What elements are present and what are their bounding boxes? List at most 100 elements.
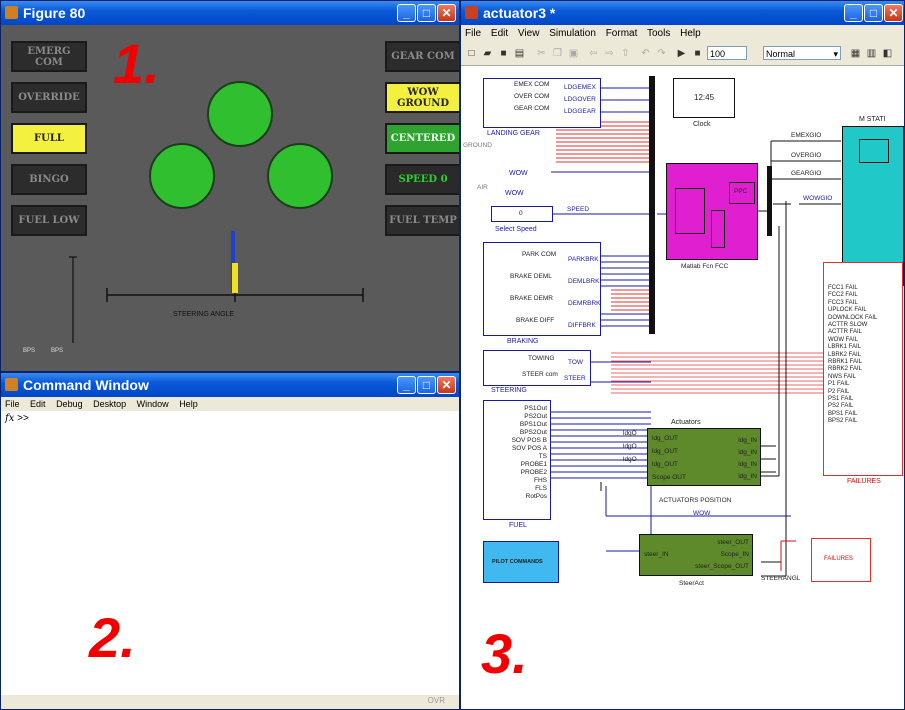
- steering-block[interactable]: TOWING STEER com TOW STEER: [483, 350, 591, 386]
- new-icon[interactable]: □: [465, 47, 478, 60]
- port-parkbrk: PARKBRK: [568, 256, 599, 263]
- pilot-commands-block[interactable]: PILOT COMMANDS: [483, 541, 559, 583]
- minimize-button[interactable]: _: [844, 4, 863, 22]
- menu-format[interactable]: Format: [606, 28, 638, 39]
- library-icon[interactable]: ▦: [849, 47, 862, 60]
- select-speed-block[interactable]: 0: [491, 206, 553, 222]
- minimize-button[interactable]: _: [397, 4, 416, 22]
- port-bps2out: BPS2Out: [519, 429, 547, 436]
- signal-geargio: GEARGIO: [791, 170, 822, 177]
- failure-item: LBRK2 FAIL: [828, 351, 862, 358]
- explorer-icon[interactable]: ▥: [865, 47, 878, 60]
- port-gear-com: GEAR COM: [514, 105, 550, 112]
- simulink-titlebar[interactable]: actuator3 * _ □ ✕: [461, 1, 904, 25]
- steeract-label: SteerAct: [679, 580, 704, 587]
- ppc-label: PPC: [734, 188, 748, 195]
- clock-block[interactable]: 12:45: [673, 78, 735, 118]
- open-icon[interactable]: ▰: [481, 47, 494, 60]
- port-over-com: OVER COM: [514, 93, 550, 100]
- bps-label-2: BPS: [51, 348, 64, 354]
- fuel-block[interactable]: PS1Out PS2Out BPS1Out BPS2Out SOV POS B …: [483, 400, 551, 520]
- debug-icon[interactable]: ◧: [881, 47, 894, 60]
- menu-file[interactable]: File: [465, 28, 481, 39]
- stop-icon[interactable]: ■: [691, 47, 704, 60]
- port-ldg-out-3: ldg_OUT: [652, 461, 679, 468]
- failure-item: WOW FAIL: [828, 336, 858, 343]
- failure-item: PS2 FAIL: [828, 403, 854, 410]
- close-button[interactable]: ✕: [437, 4, 456, 22]
- fcc-label: Matlab Fcn FCC: [681, 263, 729, 270]
- menu-debug[interactable]: Debug: [56, 399, 83, 409]
- failures-block[interactable]: FCC1 FAIL FCC2 FAIL FCC3 FAIL UPLOCK FAIL DO…: [823, 262, 903, 476]
- figure-titlebar[interactable]: Figure 80 _ □ ✕: [1, 1, 459, 25]
- close-button[interactable]: ✕: [884, 4, 903, 22]
- play-icon[interactable]: ▶: [675, 47, 688, 60]
- print-icon[interactable]: ▤: [513, 47, 526, 60]
- bps-label-1: BPS: [23, 348, 36, 354]
- command-input-area[interactable]: fx >>: [1, 411, 459, 709]
- failure-item: ACTTR SLOW: [828, 322, 868, 328]
- failures-small-block[interactable]: FAILURES: [811, 538, 871, 582]
- menu-simulation[interactable]: Simulation: [549, 28, 596, 39]
- port-ldg-out-2: ldg_OUT: [652, 448, 679, 455]
- model-canvas[interactable]: 3. EMEX COM OVER COM GEAR COM LDGEMEX LD…: [461, 66, 904, 709]
- failure-item: ACTTR FAIL: [828, 329, 863, 336]
- port-fls: FLS: [535, 485, 547, 492]
- menu-help[interactable]: Help: [680, 28, 701, 39]
- failures-label: FAILURES: [847, 478, 881, 485]
- redo-icon[interactable]: ↷: [655, 47, 668, 60]
- steering-gauge: [69, 231, 364, 343]
- simulink-window[interactable]: actuator3 * _ □ ✕ File Edit View Simulat…: [460, 0, 905, 710]
- port-brake-diff: BRAKE DIFF: [516, 317, 555, 324]
- menu-edit[interactable]: Edit: [491, 28, 508, 39]
- port-emex-com: EMEX COM: [514, 81, 550, 88]
- copy-icon[interactable]: ❐: [551, 47, 564, 60]
- port-brake-demr: BRAKE DEMR: [510, 295, 553, 302]
- braking-block[interactable]: PARK COM BRAKE DEML BRAKE DEMR BRAKE DIF…: [483, 242, 601, 336]
- failure-item: RBRK1 FAIL: [828, 359, 863, 365]
- port-diffbrk: DIFFBRK: [568, 322, 596, 329]
- fx-icon[interactable]: fx: [5, 413, 14, 424]
- figure-window[interactable]: Figure 80 _ □ ✕ EMERG COM OVERRIDE FULL …: [0, 0, 460, 372]
- port-ps2out: PS2Out: [524, 413, 547, 420]
- wow-block-label: WOW: [505, 190, 524, 197]
- undo-icon[interactable]: ↶: [639, 47, 652, 60]
- fcc-block[interactable]: PPC: [666, 163, 758, 260]
- minimize-button[interactable]: _: [397, 376, 416, 394]
- save-icon[interactable]: ■: [497, 47, 510, 60]
- maximize-button[interactable]: □: [417, 4, 436, 22]
- status-bar: OVR: [1, 695, 459, 709]
- up-icon[interactable]: ⇧: [619, 47, 632, 60]
- steering-label: STEERING: [491, 387, 527, 394]
- menu-window[interactable]: Window: [137, 399, 169, 409]
- sim-mode-select[interactable]: Normal ▾: [763, 46, 841, 60]
- paste-icon[interactable]: ▣: [567, 47, 580, 60]
- close-button[interactable]: ✕: [437, 376, 456, 394]
- port-fhs: FHS: [534, 477, 547, 484]
- failure-item: PS1 FAIL: [828, 396, 854, 402]
- forward-icon[interactable]: ⇨: [603, 47, 616, 60]
- command-prompt: >>: [17, 413, 29, 424]
- menu-file[interactable]: File: [5, 399, 20, 409]
- menu-help[interactable]: Help: [179, 399, 198, 409]
- command-window[interactable]: Command Window _ □ ✕ File Edit Debug Des…: [0, 372, 460, 710]
- landing-gear-block[interactable]: EMEX COM OVER COM GEAR COM LDGEMEX LDGOV…: [483, 78, 601, 128]
- command-titlebar[interactable]: Command Window _ □ ✕: [1, 373, 459, 397]
- sim-mode-value: Normal: [766, 49, 796, 59]
- stop-time-input[interactable]: 100: [707, 46, 747, 60]
- maximize-button[interactable]: □: [864, 4, 883, 22]
- port-ldg-in-4: ldg_IN: [738, 473, 757, 480]
- back-icon[interactable]: ⇦: [587, 47, 600, 60]
- menu-view[interactable]: View: [518, 28, 540, 39]
- actuators-block[interactable]: ldg_OUT ldg_OUT ldg_OUT Scope OUT ldg_IN…: [647, 428, 761, 486]
- select-speed-label: Select Speed: [495, 226, 537, 233]
- menu-edit[interactable]: Edit: [30, 399, 46, 409]
- maximize-button[interactable]: □: [417, 376, 436, 394]
- menu-tools[interactable]: Tools: [647, 28, 670, 39]
- cut-icon[interactable]: ✂: [535, 47, 548, 60]
- port-ts: TS: [538, 453, 547, 460]
- port-tow: TOW: [568, 359, 584, 366]
- menu-desktop[interactable]: Desktop: [93, 399, 126, 409]
- failure-item: FCC1 FAIL: [828, 285, 858, 291]
- steeract-block[interactable]: steer_IN steer_OUT Scope_IN steer_Scope_…: [639, 534, 753, 576]
